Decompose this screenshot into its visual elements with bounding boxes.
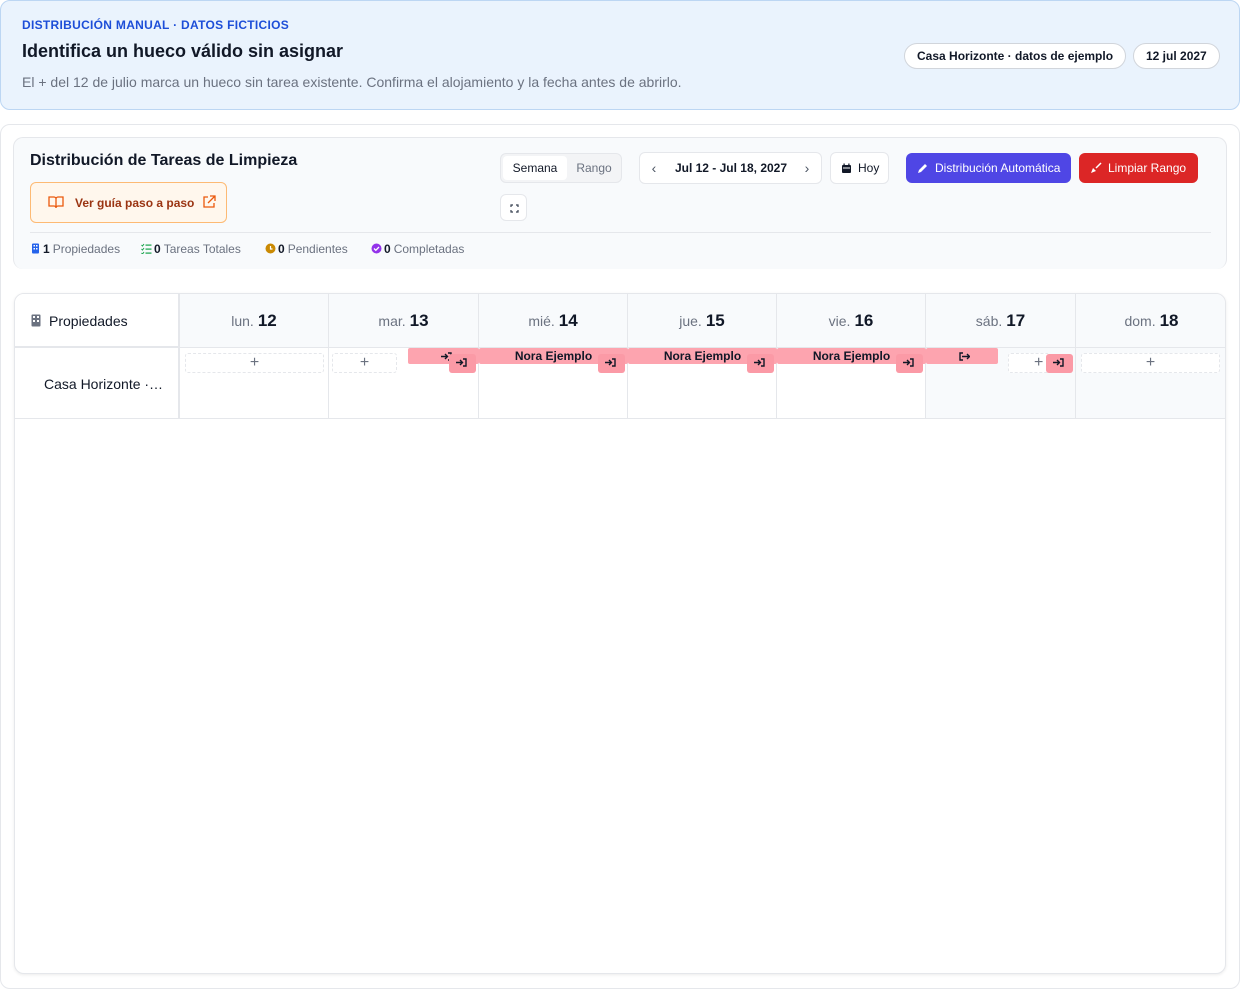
day-header: mié. 14 [479, 294, 628, 348]
add-task-slot[interactable]: + [1008, 353, 1050, 373]
stat-properties-label: Propiedades [52, 242, 121, 256]
guide-label: Ver guía paso a paso [75, 196, 195, 210]
calendar-icon [842, 163, 851, 173]
check-in-chip[interactable] [1046, 354, 1073, 373]
day-name: lun. [231, 313, 254, 329]
calendar-grid: Propiedades lun. 12 mar. 13 mié. 14 jue. 15 … [14, 293, 1226, 974]
property-name: Casa Horizonte ·… [44, 376, 164, 392]
stat-completed: 0 Completadas [371, 242, 464, 256]
building-icon [32, 243, 39, 254]
check-in-chip[interactable] [598, 354, 625, 373]
page-title: Distribución de Tareas de Limpieza [30, 152, 298, 169]
day-header: jue. 15 [628, 294, 777, 348]
chevron-left-icon[interactable]: ‹ [644, 158, 664, 178]
property-row-header[interactable]: Casa Horizonte ·… [15, 348, 180, 419]
today-button[interactable]: Hoy [830, 152, 889, 184]
chevron-right-icon[interactable]: › [797, 158, 817, 178]
day-number: 14 [558, 311, 578, 330]
date-pill: 12 jul 2027 [1133, 43, 1220, 69]
auto-distribution-label: Distribución Automática [935, 161, 1061, 175]
info-banner: DISTRIBUCIÓN MANUAL · DATOS FICTICIOS Id… [0, 0, 1240, 110]
clock-icon [265, 243, 276, 254]
expand-icon [510, 204, 519, 213]
check-in-chip[interactable] [747, 354, 774, 373]
stat-pending: 0 Pendientes [265, 242, 348, 256]
pencil-icon [918, 164, 927, 173]
auto-distribution-button[interactable]: Distribución Automática [906, 153, 1071, 183]
book-icon [48, 196, 64, 209]
banner-title: Identifica un hueco válido sin asignar [22, 41, 344, 61]
day-number: 18 [1159, 311, 1179, 330]
stat-total-value: 0 [154, 242, 161, 256]
guide-button[interactable]: Ver guía paso a paso [30, 182, 227, 223]
clear-range-label: Limpiar Rango [1108, 161, 1187, 175]
date-range-label: Jul 12 - Jul 18, 2027 [674, 161, 788, 175]
today-label: Hoy [858, 161, 880, 175]
day-name: sáb. [975, 313, 1003, 329]
check-in-icon [456, 358, 467, 367]
view-mode-toggle: Semana Rango [500, 153, 622, 183]
properties-header-label: Propiedades [49, 313, 128, 329]
stat-total-label: Tareas Totales [163, 242, 241, 256]
day-name: vie. [828, 313, 851, 329]
stat-pending-label: Pendientes [287, 242, 348, 256]
stat-properties: 1 Propiedades [30, 242, 120, 256]
check-in-chip[interactable] [896, 354, 923, 373]
properties-header: Propiedades [15, 294, 180, 348]
day-number: 17 [1006, 311, 1026, 330]
stat-properties-value: 1 [43, 242, 50, 256]
add-task-slot[interactable]: + [332, 353, 397, 373]
add-task-slot[interactable]: + [1081, 353, 1220, 373]
day-number: 16 [854, 311, 874, 330]
check-in-chip[interactable] [449, 354, 476, 373]
stat-completed-label: Completadas [393, 242, 465, 256]
day-name: mar. [378, 313, 406, 329]
day-header: vie. 16 [777, 294, 926, 348]
banner-kicker: DISTRIBUCIÓN MANUAL · DATOS FICTICIOS [22, 18, 290, 32]
stat-completed-value: 0 [384, 242, 391, 256]
stat-pending-value: 0 [278, 242, 285, 256]
check-circle-icon [371, 243, 382, 254]
clear-range-button[interactable]: Limpiar Rango [1079, 153, 1198, 183]
day-header: mar. 13 [329, 294, 479, 348]
add-task-slot[interactable]: + [185, 353, 324, 373]
day-header: dom. 18 [1076, 294, 1225, 348]
day-number: 12 [257, 311, 277, 330]
day-header: sáb. 17 [926, 294, 1076, 348]
list-check-icon [141, 243, 152, 254]
day-number: 13 [409, 311, 429, 330]
check-in-icon [1053, 358, 1064, 367]
property-pill: Casa Horizonte · datos de ejemplo [904, 43, 1127, 69]
stat-total-tasks: 0 Tareas Totales [141, 242, 241, 256]
day-header: lun. 12 [180, 294, 329, 348]
view-range-tab[interactable]: Rango [567, 156, 621, 180]
date-navigator: ‹ Jul 12 - Jul 18, 2027 › [639, 152, 822, 184]
external-link-icon [203, 195, 216, 208]
view-week-tab[interactable]: Semana [503, 156, 567, 180]
day-number: 15 [705, 311, 725, 330]
broom-icon [1091, 162, 1102, 173]
day-name: jue. [679, 313, 702, 329]
check-in-icon [903, 358, 914, 367]
banner-description: El + del 12 de julio marca un hueco sin … [22, 74, 682, 90]
day-name: mié. [528, 313, 555, 329]
building-icon [31, 314, 41, 327]
day-name: dom. [1124, 313, 1156, 329]
check-in-icon [754, 358, 765, 367]
check-in-icon [605, 358, 616, 367]
check-out-icon [952, 348, 972, 364]
header-divider [30, 232, 1211, 233]
fullscreen-button[interactable] [500, 194, 527, 221]
